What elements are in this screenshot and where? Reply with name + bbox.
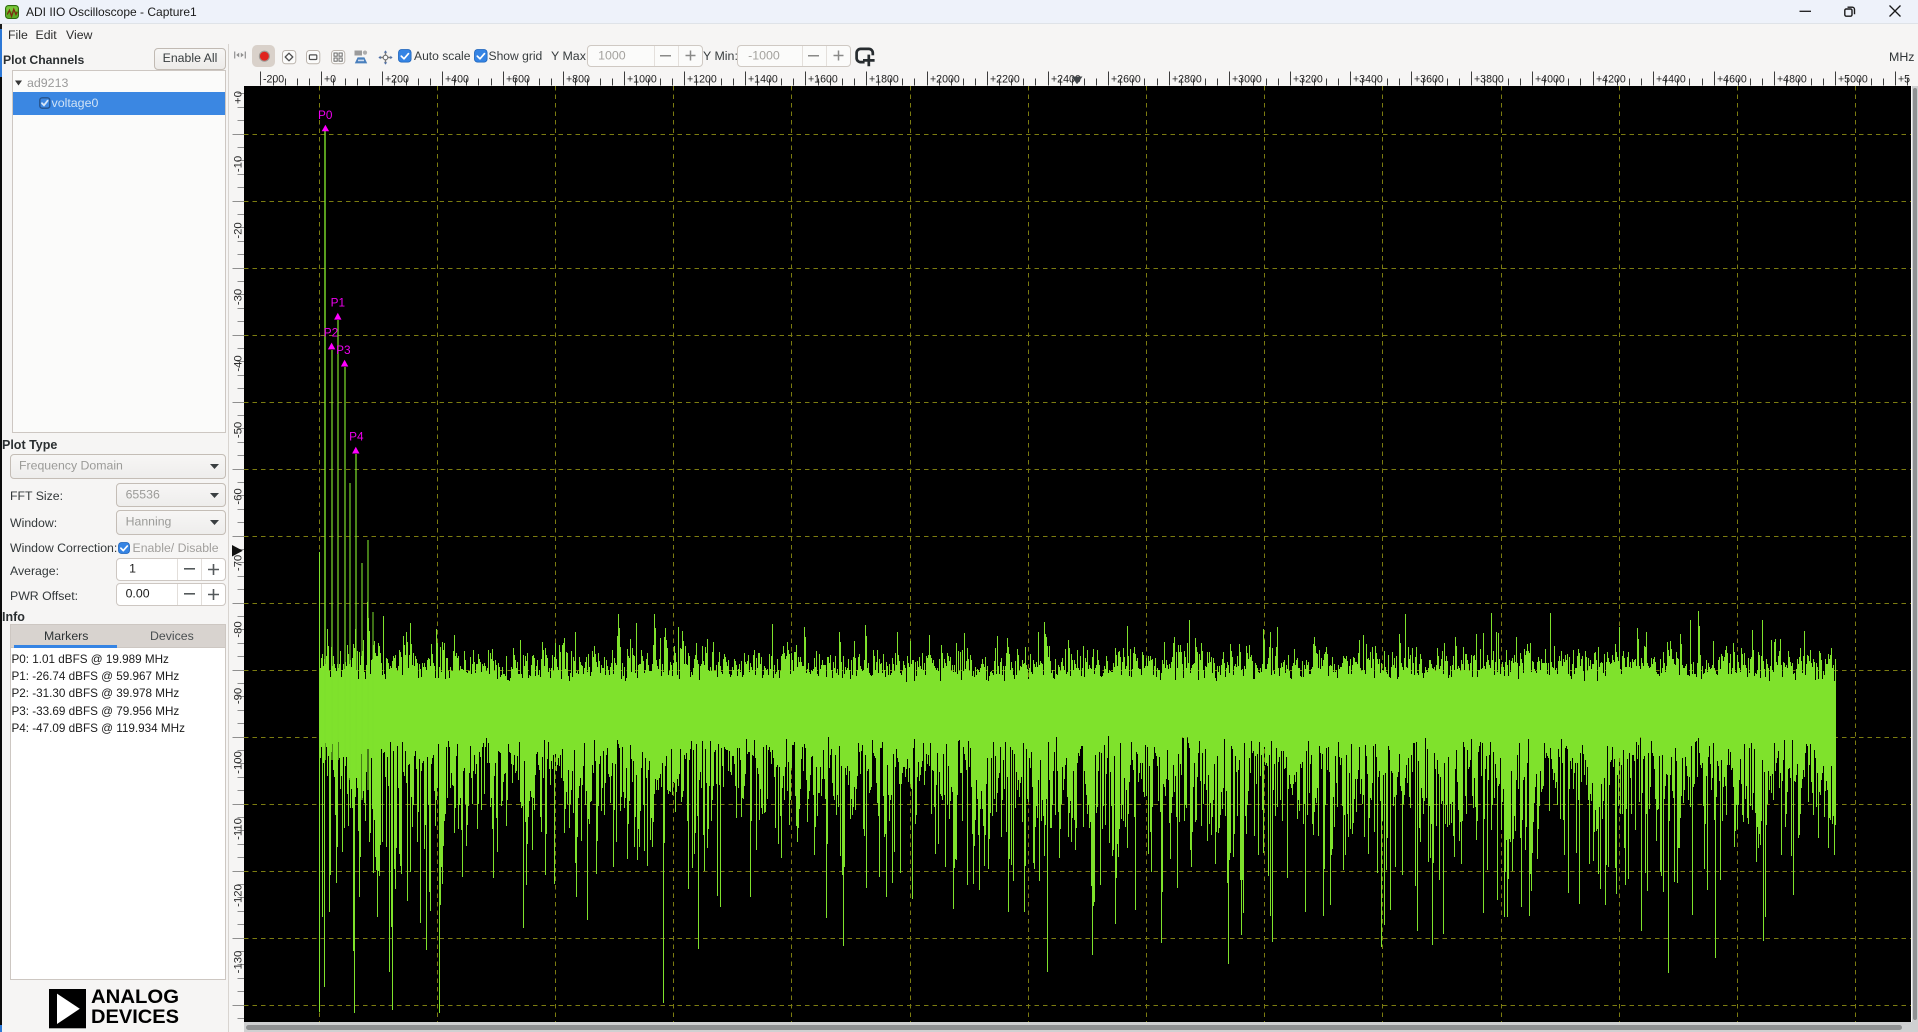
svg-text:+4800: +4800 [1777, 73, 1807, 85]
svg-text:+4600: +4600 [1717, 73, 1747, 85]
svg-text:+0: +0 [324, 73, 336, 85]
svg-text:+200: +200 [385, 73, 409, 85]
svg-text:+3600: +3600 [1414, 73, 1444, 85]
svg-text:-200: -200 [263, 73, 284, 85]
svg-text:+2200: +2200 [990, 73, 1020, 85]
svg-text:-60: -60 [232, 488, 244, 504]
svg-text:-30: -30 [232, 289, 244, 305]
svg-text:-130: -130 [232, 951, 244, 974]
svg-text:+1800: +1800 [869, 73, 899, 85]
svg-text:-110: -110 [232, 818, 244, 840]
svg-text:+2800: +2800 [1172, 73, 1202, 85]
svg-text:+1200: +1200 [687, 73, 717, 85]
svg-text:+0: +0 [232, 91, 244, 104]
svg-text:+3000: +3000 [1232, 73, 1262, 85]
svg-text:P3: P3 [336, 343, 351, 357]
svg-text:+1400: +1400 [748, 73, 778, 85]
svg-text:+4200: +4200 [1596, 73, 1626, 85]
svg-text:+3800: +3800 [1474, 73, 1504, 85]
svg-text:-50: -50 [232, 422, 244, 438]
svg-text:-20: -20 [232, 222, 244, 238]
svg-text:DEVICES: DEVICES [91, 1006, 179, 1028]
svg-text:+4400: +4400 [1656, 73, 1686, 85]
svg-text:+2600: +2600 [1111, 73, 1141, 85]
svg-text:-120: -120 [232, 884, 244, 907]
svg-text:P4: P4 [349, 429, 364, 443]
svg-text:+800: +800 [566, 73, 590, 85]
svg-text:+2000: +2000 [930, 73, 960, 85]
svg-text:+1600: +1600 [808, 73, 838, 85]
svg-text:P0: P0 [318, 108, 333, 122]
svg-text:+600: +600 [506, 73, 530, 85]
svg-text:P2: P2 [324, 325, 338, 339]
svg-text:-70: -70 [232, 555, 244, 571]
svg-text:+5: +5 [1898, 73, 1910, 85]
svg-text:+3200: +3200 [1293, 73, 1323, 85]
svg-text:-80: -80 [232, 621, 244, 637]
svg-text:+400: +400 [445, 73, 469, 85]
svg-text:+1000: +1000 [627, 73, 657, 85]
svg-text:+4000: +4000 [1535, 73, 1565, 85]
svg-text:-100: -100 [232, 751, 244, 774]
svg-text:-90: -90 [232, 688, 244, 704]
svg-text:P1: P1 [331, 295, 345, 309]
svg-text:-10: -10 [232, 156, 244, 172]
svg-text:+3400: +3400 [1353, 73, 1383, 85]
svg-text:+5000: +5000 [1838, 73, 1868, 85]
svg-text:-40: -40 [232, 355, 244, 371]
